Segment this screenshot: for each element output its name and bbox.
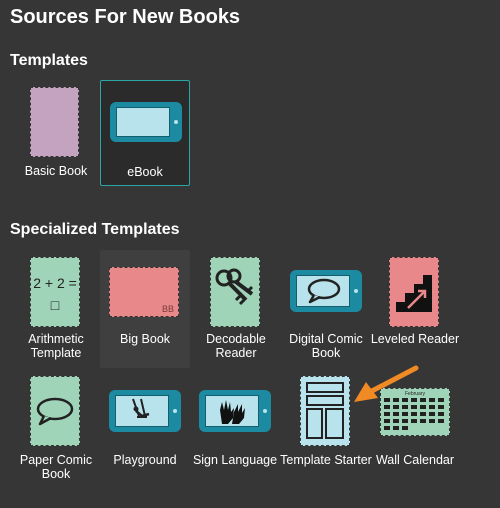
swing-icon <box>132 398 150 418</box>
template-label: Sign Language <box>192 453 278 467</box>
template-label: Digital Comic Book <box>289 332 363 360</box>
hands-icon <box>220 400 245 424</box>
template-label: Big Book <box>119 332 171 346</box>
template-arithmetic[interactable]: 2 + 2 = □ Arithmetic Template <box>10 250 102 368</box>
template-label: Template Starter <box>280 453 372 467</box>
section-specialized-heading: Specialized Templates <box>10 221 180 238</box>
stairs-icon <box>396 275 432 312</box>
template-big-book[interactable]: BB Big Book <box>100 250 190 368</box>
new-book-sources-panel: Sources For New Books Templates Basic Bo… <box>0 0 500 508</box>
template-starter-thumbnail <box>300 376 350 446</box>
ebook-tablet-icon <box>110 102 182 142</box>
template-label: Leveled Reader <box>370 332 460 346</box>
template-playground[interactable]: Playground <box>100 370 190 488</box>
template-label: Playground <box>113 453 177 467</box>
leveled-thumbnail <box>389 257 439 327</box>
template-label: Arithmetic Template <box>28 332 84 360</box>
template-label: Paper Comic Book <box>19 453 93 481</box>
sign-language-tablet-icon <box>199 390 271 432</box>
big-book-thumb-text: BB <box>161 304 174 314</box>
section-templates-heading: Templates <box>10 52 88 69</box>
speech-bubble-icon <box>307 278 341 304</box>
dialog-title: Sources For New Books <box>10 6 241 28</box>
template-paper-comic-book[interactable]: Paper Comic Book <box>10 370 102 488</box>
speech-bubble-icon <box>36 397 74 426</box>
template-digital-comic-book[interactable]: Digital Comic Book <box>280 250 372 368</box>
template-basic-book[interactable]: Basic Book <box>10 80 102 186</box>
paper-comic-thumbnail <box>30 376 80 446</box>
keys-icon <box>215 268 254 306</box>
big-book-thumbnail: BB <box>109 267 179 317</box>
template-ebook[interactable]: eBook <box>100 80 190 186</box>
template-label: Decodable Reader <box>206 332 266 360</box>
arithmetic-thumbnail: 2 + 2 = □ <box>30 257 80 327</box>
template-label: Basic Book <box>24 164 88 178</box>
basic-book-thumbnail <box>30 87 79 157</box>
template-decodable-reader[interactable]: Decodable Reader <box>190 250 282 368</box>
arithmetic-thumb-text: 2 + 2 = □ <box>33 275 77 313</box>
decodable-thumbnail <box>210 257 260 327</box>
digital-comic-tablet-icon <box>290 270 362 312</box>
template-sign-language[interactable]: Sign Language <box>190 370 280 488</box>
callout-arrow <box>354 365 419 402</box>
layout-grid-icon <box>306 382 344 439</box>
template-leveled-reader[interactable]: Leveled Reader <box>370 250 460 368</box>
template-label: eBook <box>127 165 163 179</box>
template-label: Wall Calendar <box>375 453 455 467</box>
playground-tablet-icon <box>109 390 181 432</box>
